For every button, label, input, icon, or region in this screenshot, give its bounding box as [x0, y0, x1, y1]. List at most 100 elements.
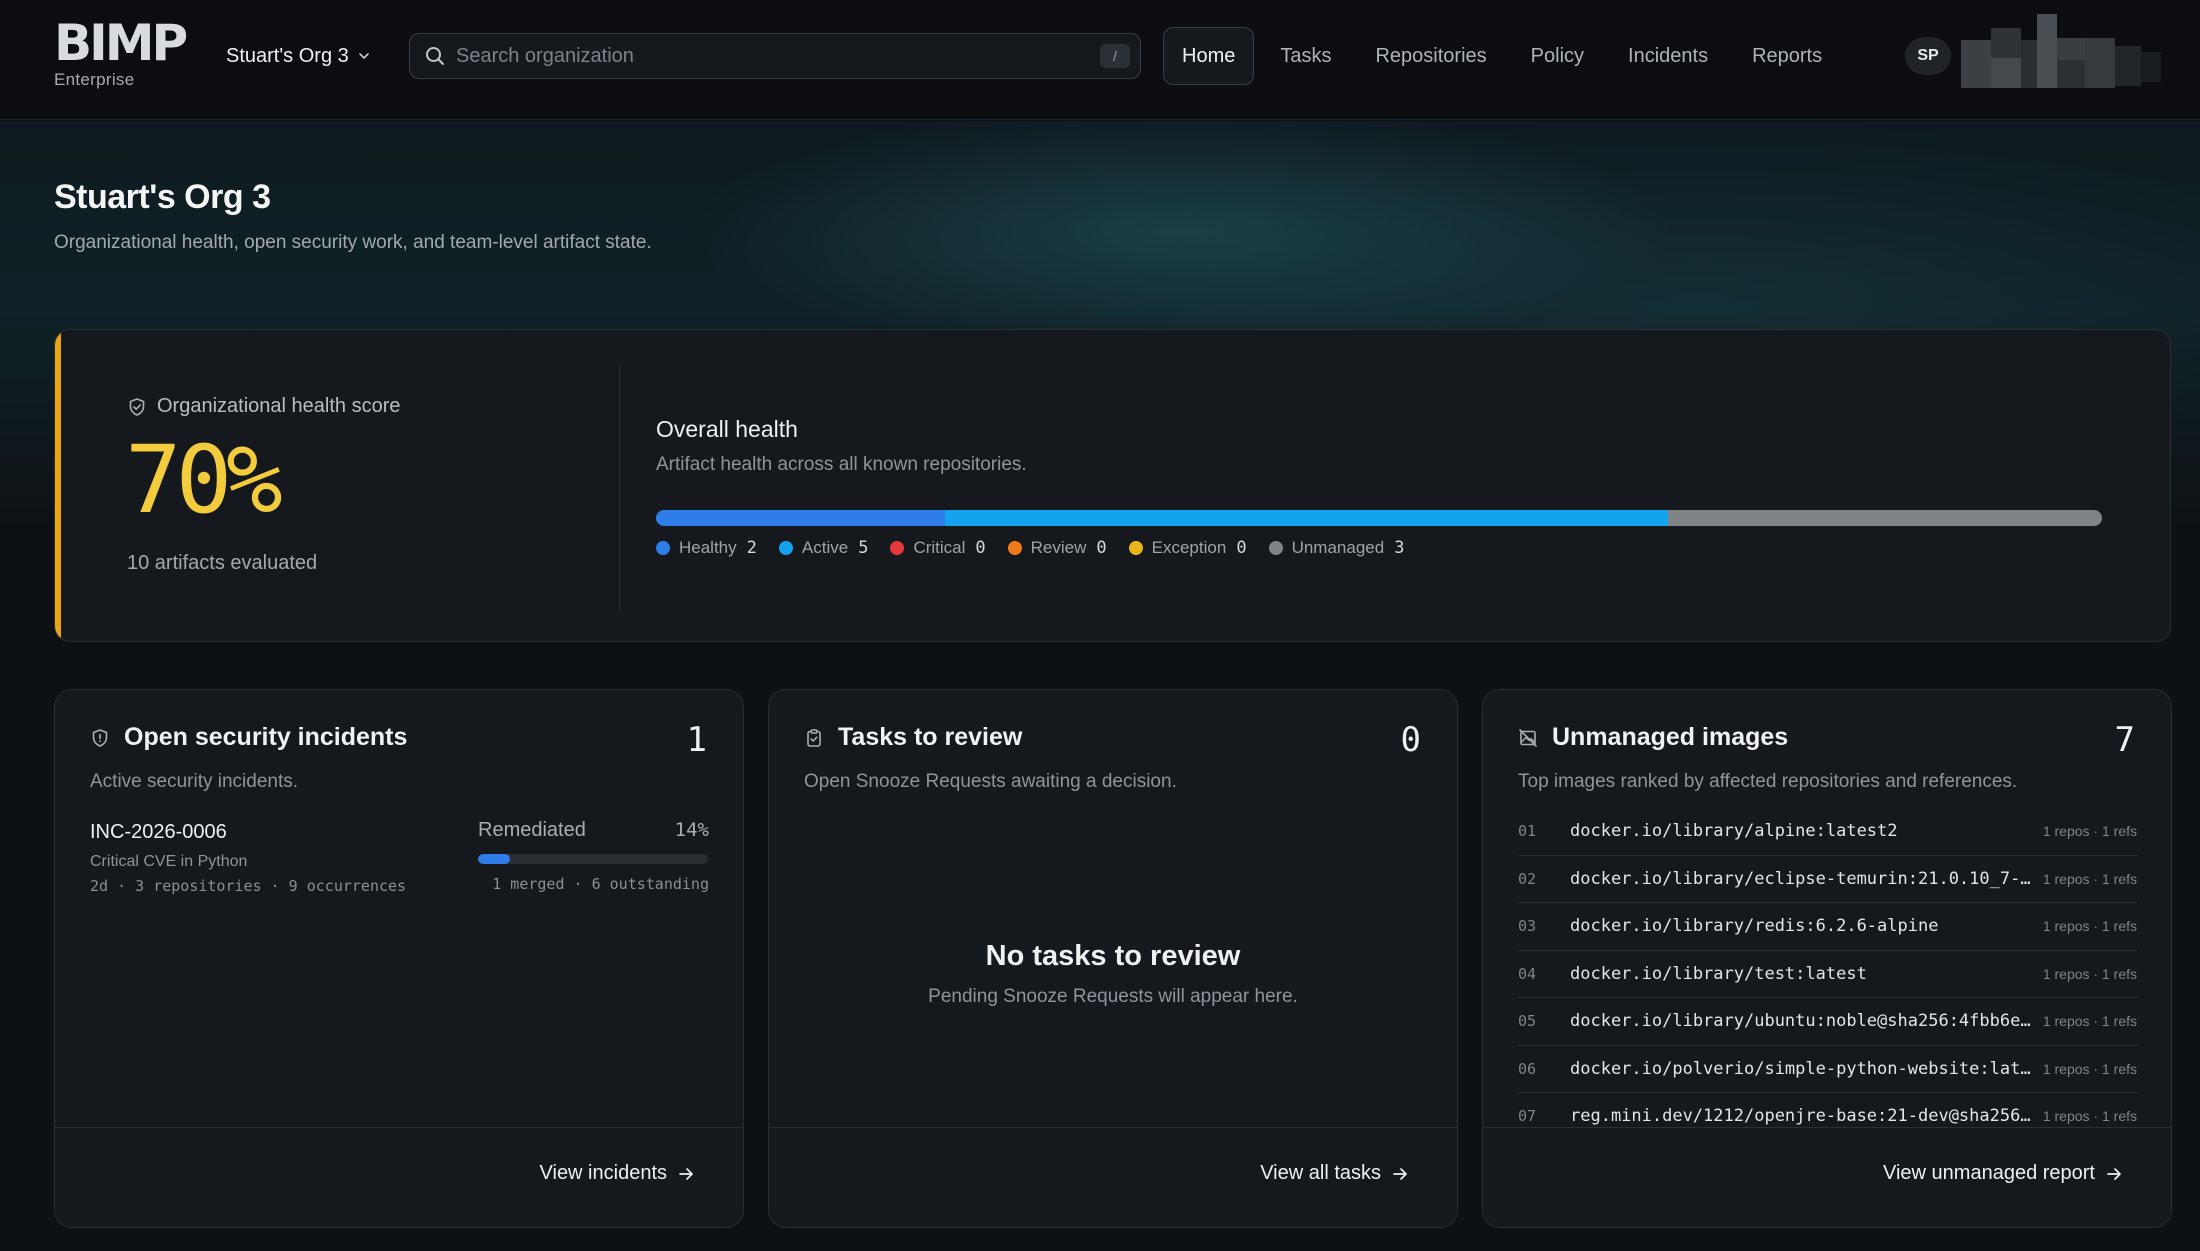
image-refs: 1 repos · 1 refs: [2042, 1013, 2137, 1030]
image-refs: 1 repos · 1 refs: [2042, 918, 2137, 935]
tasks-card-footer: View all tasks: [769, 1127, 1457, 1227]
image-refs: 1 repos · 1 refs: [2042, 823, 2137, 840]
tasks-card-subtitle: Open Snooze Requests awaiting a decision…: [804, 771, 1177, 792]
legend-active-count: 5: [858, 538, 869, 558]
health-divider: [619, 366, 620, 610]
health-score-label-text: Organizational health score: [157, 395, 401, 417]
nav-tasks[interactable]: Tasks: [1262, 27, 1349, 85]
health-bar-segment-active: [945, 510, 1669, 526]
tasks-card-title: Tasks to review: [838, 723, 1023, 751]
health-score-label: Organizational health score: [127, 395, 400, 418]
incident-progress-fill: [478, 854, 511, 864]
incidents-count: 1: [686, 720, 707, 760]
legend-healthy: Healthy 2: [656, 538, 757, 558]
health-score-value: 70%: [125, 426, 283, 535]
image-rank: 03: [1518, 917, 1537, 936]
legend-review-count: 0: [1096, 538, 1107, 558]
nav-incidents[interactable]: Incidents: [1610, 27, 1726, 85]
view-unmanaged-report-link[interactable]: View unmanaged report: [1883, 1162, 2123, 1185]
page-title: Stuart's Org 3: [54, 178, 271, 216]
brand-logo[interactable]: BIMP Enterprise: [54, 14, 188, 90]
incidents-card-subtitle: Active security incidents.: [90, 771, 299, 792]
incident-progress-bar: [478, 854, 708, 864]
incident-progress-meta: 1 merged · 6 outstanding: [492, 875, 709, 893]
image-name: reg.mini.dev/1212/openjre-base:21-dev@sh…: [1570, 1106, 2034, 1127]
health-bar-segment-healthy: [656, 510, 946, 526]
nav-repositories[interactable]: Repositories: [1357, 27, 1504, 85]
image-name: docker.io/library/redis:6.2.6-alpine: [1570, 916, 1939, 937]
brand-name: BIMP: [54, 14, 188, 72]
image-refs: 1 repos · 1 refs: [2042, 1108, 2137, 1125]
legend-active: Active 5: [778, 538, 869, 558]
search-shortcut-key: /: [1100, 44, 1130, 68]
image-row[interactable]: 01 docker.io/library/alpine:latest2 1 re…: [1518, 808, 2137, 856]
legend-critical-count: 0: [975, 538, 986, 558]
incidents-card-footer: View incidents: [55, 1127, 743, 1227]
arrow-right-icon: [679, 1167, 693, 1180]
legend-critical-label: Critical: [913, 538, 966, 557]
page-subtitle: Organizational health, open security wor…: [54, 232, 652, 253]
image-row[interactable]: 02 docker.io/library/eclipse-temurin:21.…: [1518, 856, 2137, 903]
legend-unmanaged: Unmanaged 3: [1268, 538, 1404, 558]
search-icon: [426, 47, 444, 65]
clipboard-check-icon: [807, 728, 821, 747]
tasks-count: 0: [1400, 720, 1421, 760]
legend-exception-label: Exception: [1151, 538, 1227, 557]
image-row[interactable]: 05 docker.io/library/ubuntu:noble@sha256…: [1518, 998, 2137, 1046]
legend-review-label: Review: [1030, 538, 1087, 557]
image-rank: 01: [1518, 822, 1537, 841]
org-switcher[interactable]: Stuart's Org 3: [226, 40, 371, 72]
tasks-review-card: Tasks to review 0 Open Snooze Requests a…: [768, 689, 1458, 1228]
artifacts-evaluated: 10 artifacts evaluated: [127, 552, 318, 574]
arrow-right-icon: [2107, 1167, 2121, 1180]
image-refs: 1 repos · 1 refs: [2042, 1060, 2137, 1077]
legend-review: Review 0: [1007, 538, 1107, 558]
health-stacked-bar: [656, 510, 2102, 526]
image-row[interactable]: 06 docker.io/polverio/simple-python-webs…: [1518, 1046, 2137, 1093]
incidents-card-title: Open security incidents: [124, 723, 408, 751]
nav-reports[interactable]: Reports: [1734, 27, 1840, 85]
tasks-empty-subtitle: Pending Snooze Requests will appear here…: [928, 986, 1298, 1007]
org-switcher-label: Stuart's Org 3: [226, 44, 349, 67]
view-incidents-link[interactable]: View incidents: [540, 1162, 695, 1185]
legend-exception-count: 0: [1236, 538, 1247, 558]
image-rank: 06: [1518, 1059, 1537, 1078]
shield-alert-icon: [92, 728, 108, 747]
search-input[interactable]: [456, 44, 1100, 68]
incident-name: Critical CVE in Python: [90, 853, 248, 870]
nav-home[interactable]: Home: [1163, 27, 1255, 85]
image-row[interactable]: 04 docker.io/library/test:latest 1 repos…: [1518, 951, 2137, 998]
search-box: /: [409, 33, 1141, 79]
unmanaged-image-list: 01 docker.io/library/alpine:latest2 1 re…: [1518, 808, 2137, 1141]
incident-percent: 14%: [674, 819, 709, 841]
view-incidents-label: View incidents: [539, 1162, 667, 1184]
image-name: docker.io/polverio/simple-python-website…: [1570, 1058, 2034, 1079]
legend-critical: Critical 0: [890, 538, 986, 558]
legend-exception-dot: [1128, 541, 1143, 555]
unmanaged-card-subtitle: Top images ranked by affected repositori…: [1518, 771, 2018, 792]
overall-health-title: Overall health: [656, 416, 798, 442]
legend-critical-dot: [890, 541, 905, 555]
unmanaged-card-header: Unmanaged images: [1518, 723, 1788, 752]
incidents-card-header: Open security incidents: [90, 723, 407, 752]
user-avatar[interactable]: SP: [1905, 37, 1951, 75]
view-unmanaged-report-label: View unmanaged report: [1883, 1162, 2095, 1184]
incident-id: INC-2026-0006: [90, 821, 227, 843]
image-rank: 02: [1518, 869, 1537, 888]
top-navigation-bar: BIMP Enterprise Stuart's Org 3 / Home Ta…: [0, 0, 2200, 120]
legend-active-label: Active: [801, 538, 849, 557]
view-all-tasks-link[interactable]: View all tasks: [1260, 1162, 1409, 1185]
image-name: docker.io/library/test:latest: [1570, 963, 1867, 984]
arrow-right-icon: [1393, 1167, 1407, 1180]
image-rank: 04: [1518, 964, 1537, 983]
overall-health-subtitle: Artifact health across all known reposit…: [656, 454, 1027, 475]
chevron-down-icon: [358, 53, 369, 60]
health-accent-bar: [55, 330, 61, 641]
image-name: docker.io/library/ubuntu:noble@sha256:4f…: [1570, 1011, 2034, 1032]
legend-healthy-dot: [656, 541, 670, 555]
view-all-tasks-label: View all tasks: [1260, 1162, 1381, 1184]
image-row[interactable]: 03 docker.io/library/redis:6.2.6-alpine …: [1518, 903, 2137, 951]
image-refs: 1 repos · 1 refs: [2042, 965, 2137, 982]
unmanaged-card-title: Unmanaged images: [1552, 723, 1789, 751]
nav-policy[interactable]: Policy: [1513, 27, 1602, 85]
